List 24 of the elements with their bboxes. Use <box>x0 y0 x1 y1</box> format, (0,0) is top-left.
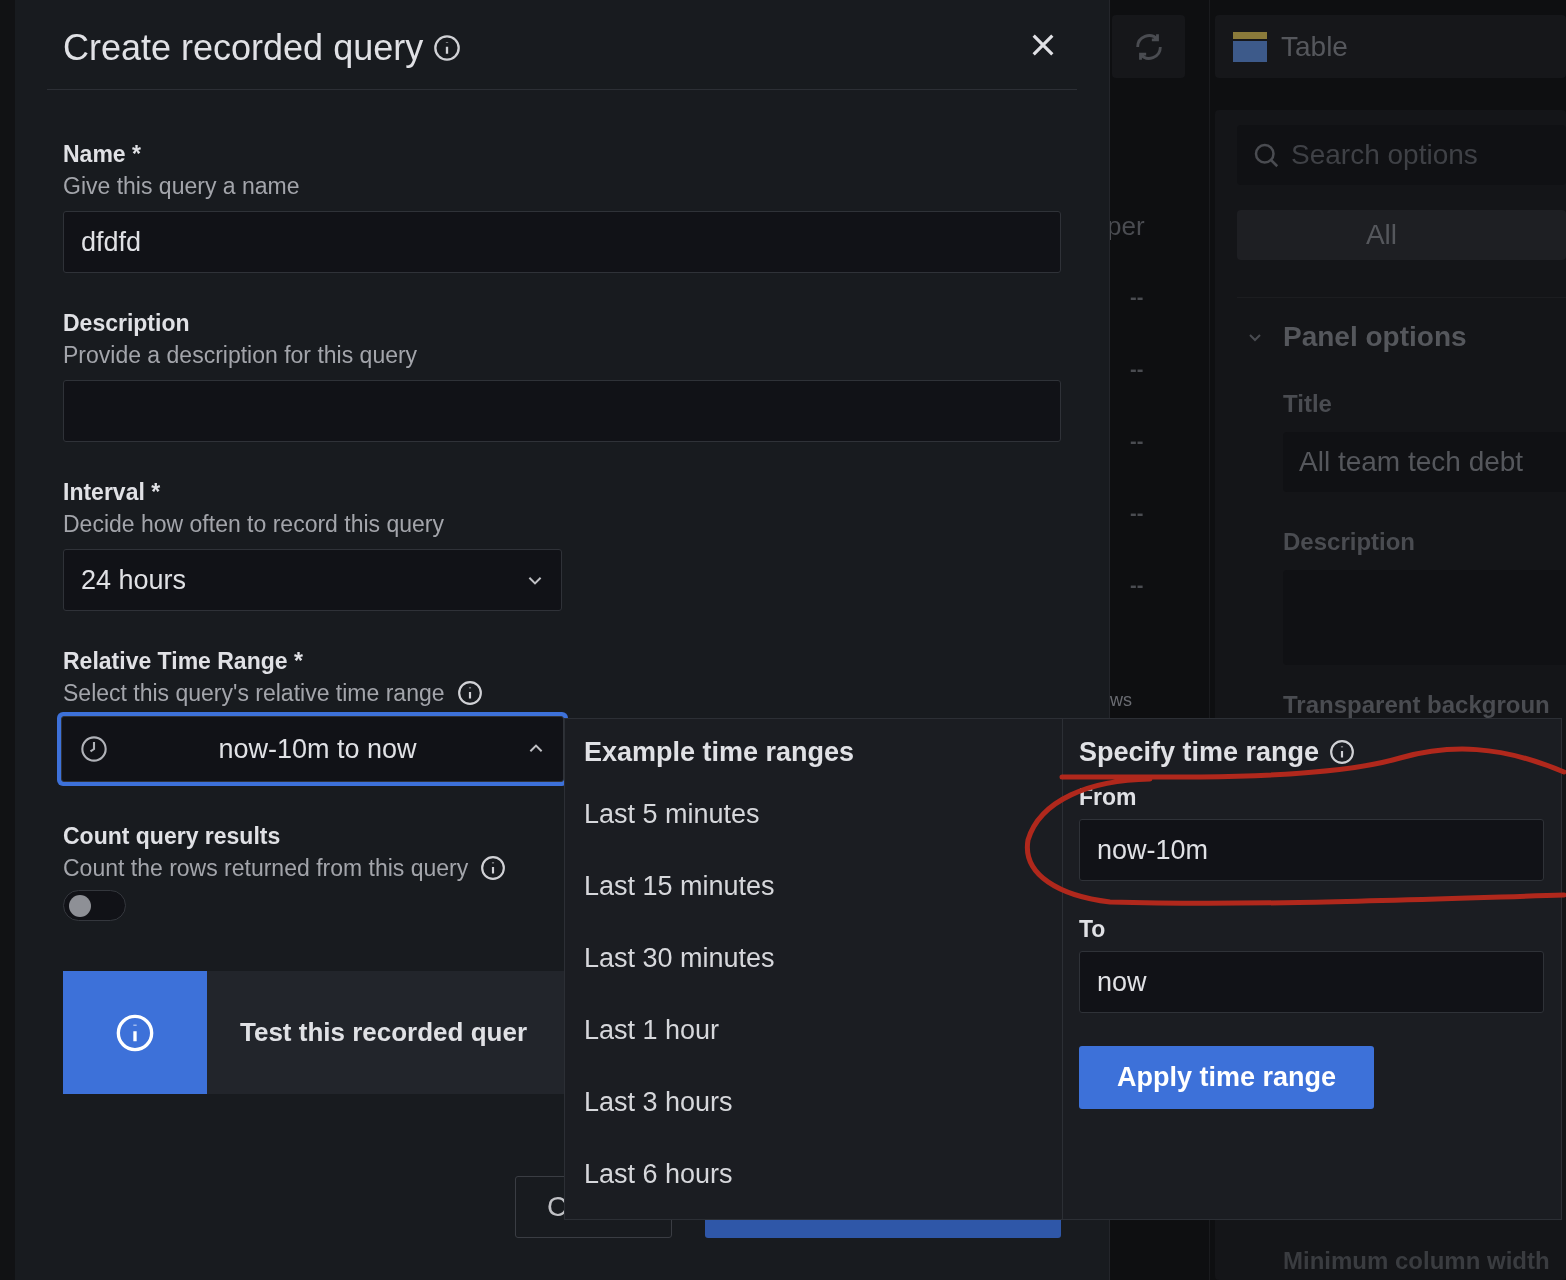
field-description: Count the rows returned from this query <box>63 853 469 883</box>
field-label: Count query results <box>63 822 282 851</box>
field-label: Name * <box>63 140 142 169</box>
alert-text: Test this recorded quer <box>240 1016 528 1049</box>
field-description: Select this query's relative time range <box>63 678 445 708</box>
field-label: Title <box>1283 389 1333 419</box>
field-description: Decide how often to record this query <box>63 509 444 539</box>
field-label: Transparent backgroun <box>1283 690 1551 720</box>
field-label: Description <box>1283 527 1417 557</box>
modal-title: Create recorded query <box>63 25 424 70</box>
table-cell-text: -- <box>1130 431 1145 451</box>
row-label: ws <box>1110 691 1133 709</box>
field-label: Description <box>63 309 191 338</box>
field-description: Give this query a name <box>63 171 300 201</box>
section-title: Example time ranges <box>584 736 856 769</box>
field-description: Provide a description for this query <box>63 340 418 370</box>
field-label: Interval * <box>63 478 162 507</box>
table-cell-text: -- <box>1130 575 1145 595</box>
table-cell-text: -- <box>1130 359 1145 379</box>
field-label: To <box>1079 915 1106 943</box>
field-label: Relative Time Range * <box>63 647 304 676</box>
table-cell-text: -- <box>1130 503 1145 523</box>
section-title: Specify time range <box>1079 735 1320 769</box>
table-cell-text: -- <box>1130 287 1145 307</box>
